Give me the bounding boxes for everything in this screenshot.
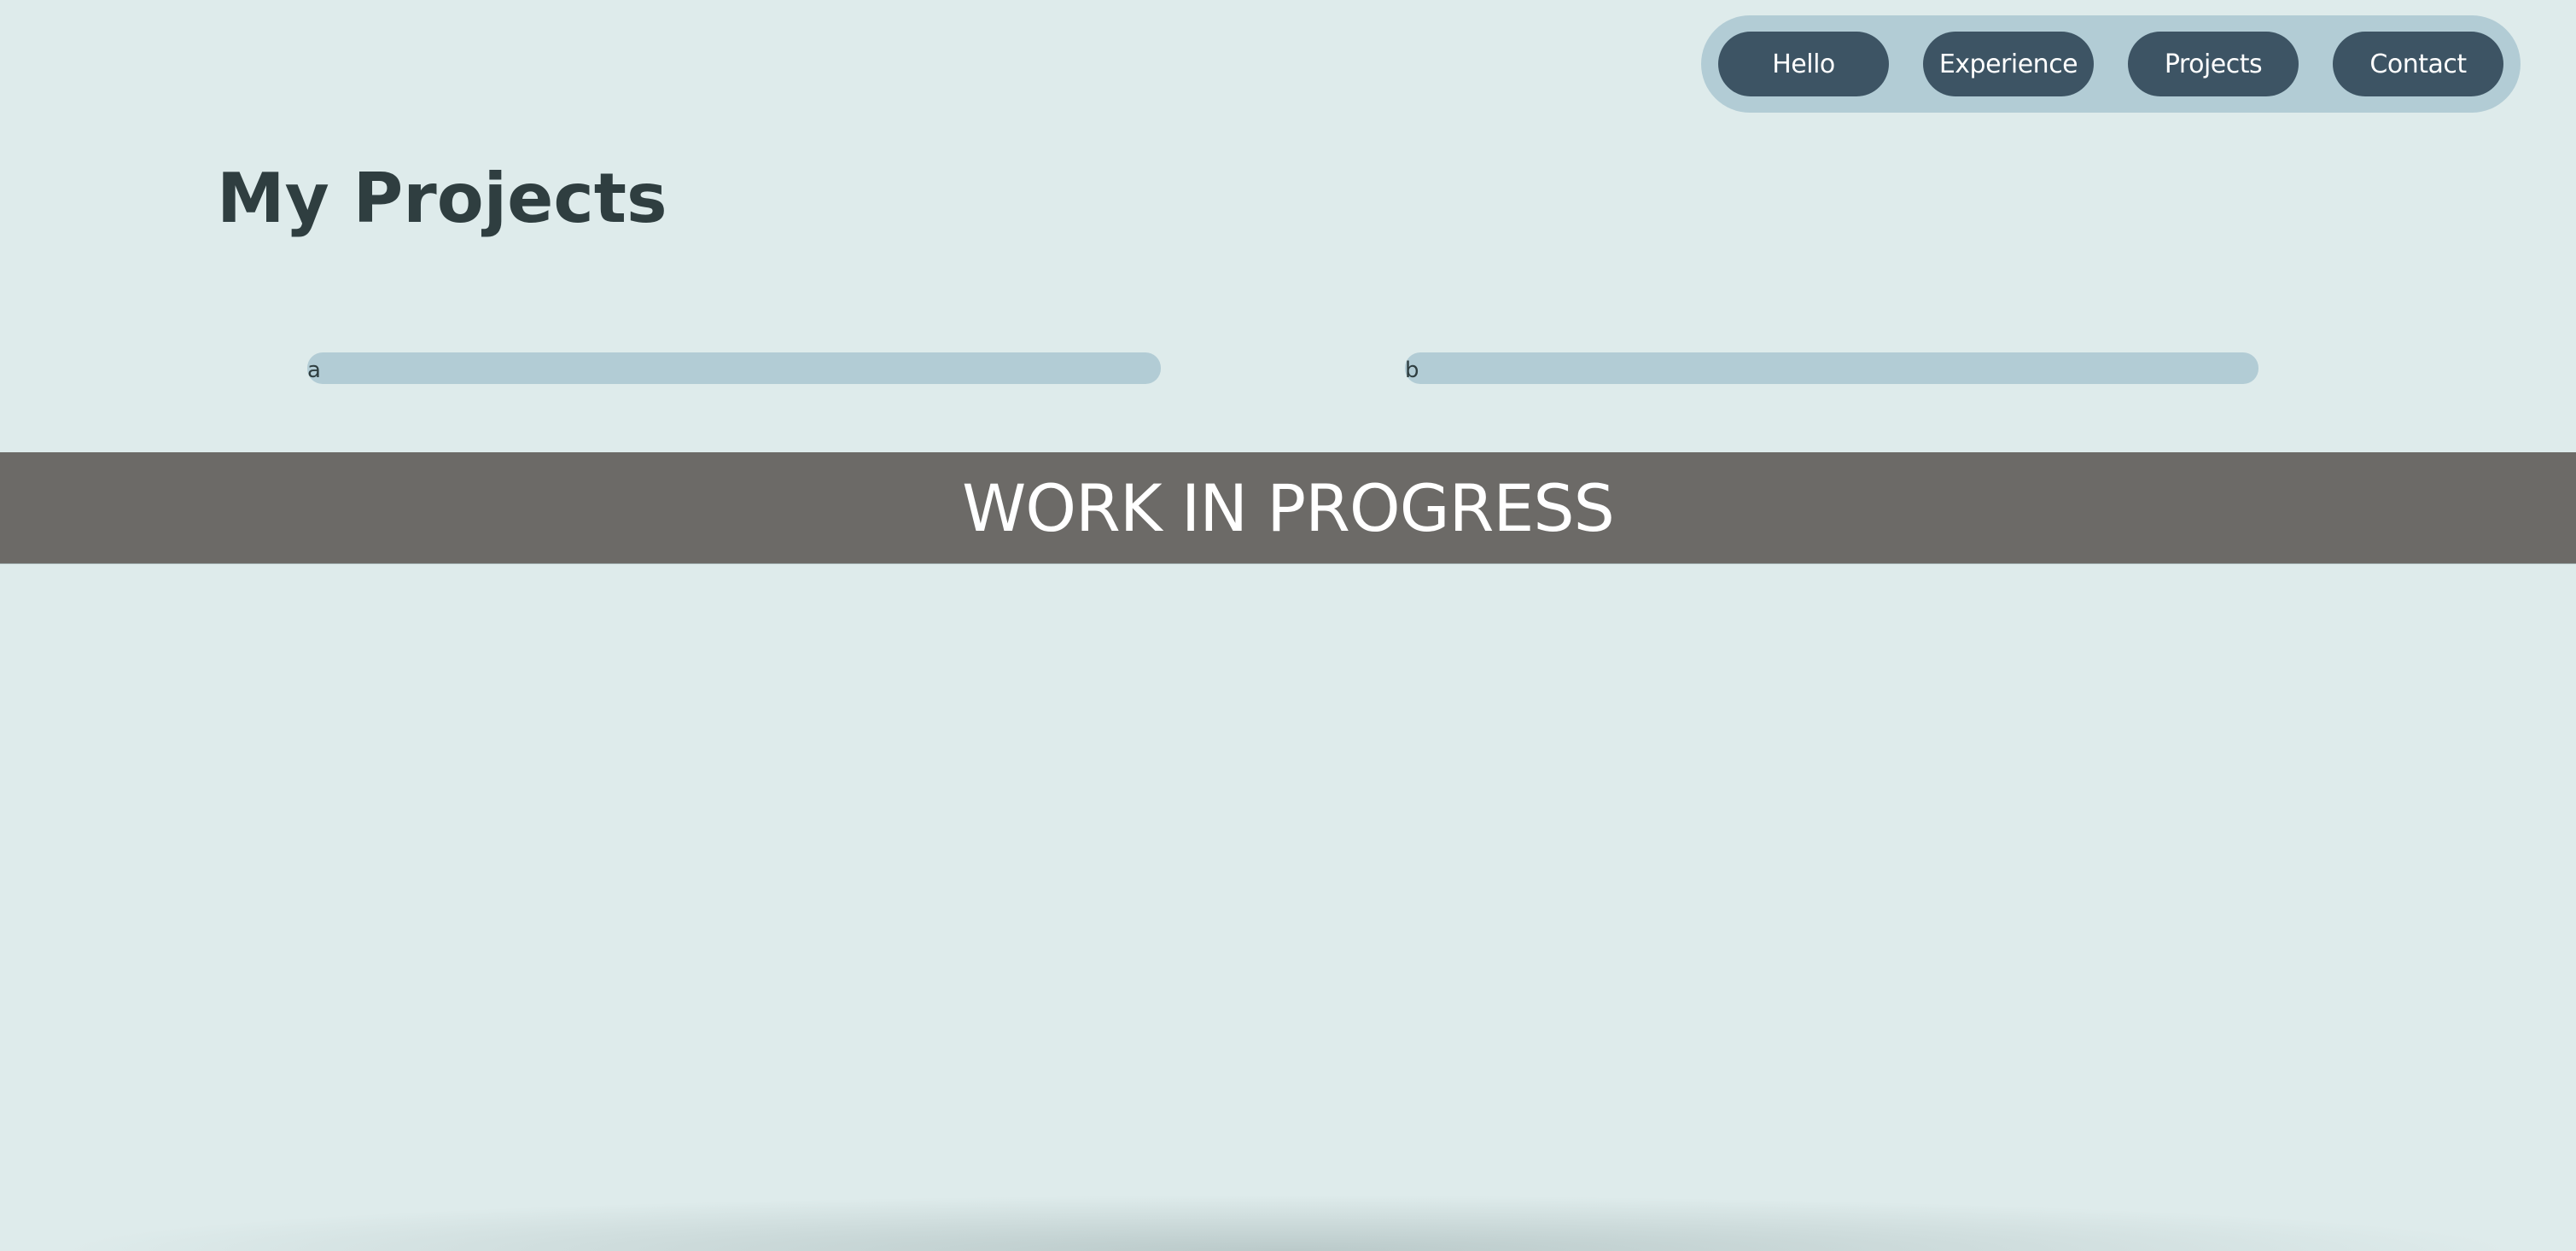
banner-text: WORK IN PROGRESS xyxy=(962,469,1615,546)
top-navigation: Hello Experience Projects Contact xyxy=(1701,15,2521,113)
nav-hello-button[interactable]: Hello xyxy=(1718,32,1889,96)
bottom-shadow-decoration xyxy=(51,1195,2525,1251)
nav-experience-button[interactable]: Experience xyxy=(1923,32,2094,96)
project-label-a: a xyxy=(307,358,321,383)
work-in-progress-banner: WORK IN PROGRESS xyxy=(0,452,2576,564)
project-label-b: b xyxy=(1405,358,1419,383)
nav-contact-button[interactable]: Contact xyxy=(2333,32,2503,96)
page-title: My Projects xyxy=(217,159,667,238)
project-card-b[interactable]: b xyxy=(1405,352,2258,384)
nav-projects-button[interactable]: Projects xyxy=(2128,32,2299,96)
project-card-a[interactable]: a xyxy=(307,352,1161,384)
